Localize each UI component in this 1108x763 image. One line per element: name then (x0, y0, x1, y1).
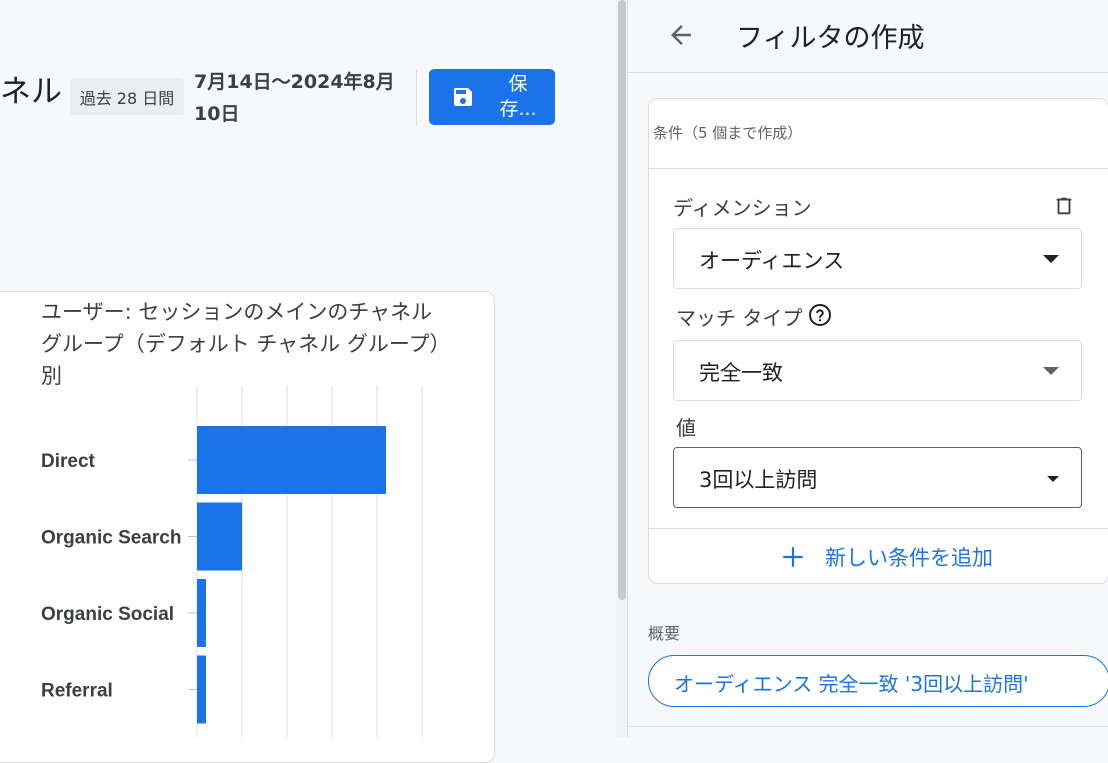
chart-title: ユーザー: セッションのメインのチャネル グループ（デフォルト チャネル グルー… (41, 300, 441, 388)
summary-chip[interactable]: オーディエンス 完全一致 '3回以上訪問' (648, 655, 1108, 707)
value-label: 値 (676, 416, 696, 440)
dropdown-caret-icon (1043, 367, 1059, 375)
add-condition-label: 新しい条件を追加 (825, 546, 993, 570)
add-condition-button[interactable]: 新しい条件を追加 (780, 542, 993, 572)
category-label: Referral (41, 681, 113, 702)
divider (628, 726, 1108, 727)
divider (648, 168, 1108, 169)
filter-panel: フィルタの作成 条件（5 個まで作成） ディメンション オーディエンス マッチ … (627, 0, 1108, 737)
match-type-value: 完全一致 (699, 361, 783, 385)
divider (416, 70, 417, 126)
dimension-label: ディメンション (673, 196, 812, 220)
back-arrow-icon[interactable] (666, 20, 696, 50)
divider (648, 528, 1108, 529)
bar[interactable] (197, 426, 386, 494)
dimension-value: オーディエンス (699, 249, 845, 273)
dropdown-caret-icon (1047, 476, 1059, 482)
save-button[interactable]: 保存... (429, 69, 555, 125)
match-type-select[interactable]: 完全一致 (673, 340, 1082, 401)
category-label: Direct (41, 451, 96, 472)
value-value: 3回以上訪問 (699, 468, 818, 492)
summary-text: オーディエンス 完全一致 '3回以上訪問' (674, 672, 1029, 696)
plus-icon (783, 547, 803, 567)
date-range[interactable]: 7月14日〜2024年8月10日 (194, 66, 400, 130)
category-label: Organic Search (41, 528, 181, 549)
trash-icon[interactable] (1053, 194, 1075, 218)
report-area: ネル 過去 28 日間 7月14日〜2024年8月10日 保存... ユーザー:… (0, 0, 616, 763)
summary-label: 概要 (648, 624, 681, 643)
conditions-header: 条件（5 個まで作成） (653, 124, 803, 142)
period-chip[interactable]: 過去 28 日間 (70, 78, 184, 115)
bar-chart: Direct Organic Search Organic Social Referr… (41, 386, 423, 737)
dimension-select[interactable]: オーディエンス (673, 228, 1082, 289)
panel-title: フィルタの作成 (736, 23, 925, 54)
bar[interactable] (197, 655, 206, 724)
bar[interactable] (197, 502, 242, 571)
category-label: Organic Social (41, 604, 174, 625)
value-select[interactable]: 3回以上訪問 (673, 447, 1082, 508)
save-label: 保存... (499, 73, 537, 120)
bar[interactable] (197, 579, 206, 647)
dropdown-caret-icon (1043, 255, 1059, 263)
scrollbar-thumb[interactable] (618, 0, 626, 600)
match-type-label: マッチ タイプ (676, 306, 803, 330)
help-icon[interactable] (808, 303, 832, 327)
report-title: ネル (0, 74, 62, 110)
save-icon (454, 88, 472, 106)
